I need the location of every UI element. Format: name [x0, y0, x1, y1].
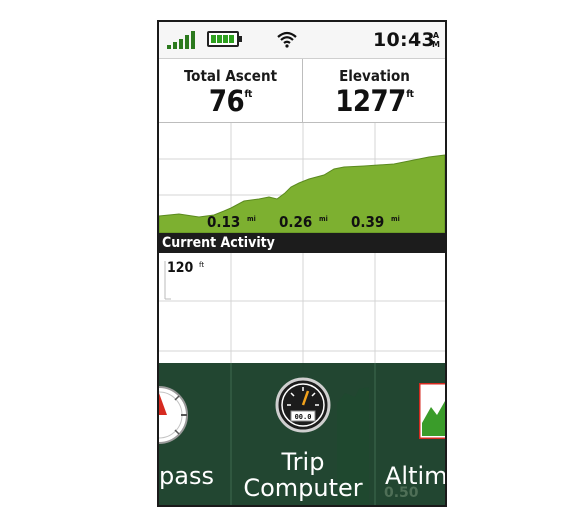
x-tick-1: 0.26 — [279, 213, 312, 231]
field-label: Elevation — [339, 67, 410, 85]
x-tick-0: 0.13 — [207, 213, 240, 231]
status-bar: 10:43 A M — [159, 22, 445, 59]
battery-icon — [207, 31, 242, 47]
x-tick-2: 0.39 — [351, 213, 384, 231]
clock-ampm: A M — [432, 31, 440, 49]
clock-time: 10:43 — [373, 29, 435, 51]
current-activity-header: Current Activity — [159, 233, 445, 253]
elevation-field[interactable]: Elevation 1277ft — [303, 59, 445, 122]
altimeter-icon — [419, 383, 445, 439]
y-scale-unit: ft — [199, 261, 204, 269]
field-label: Total Ascent — [183, 67, 278, 85]
trip-computer-app-item[interactable]: 00.0 Trip Computer — [231, 363, 375, 505]
current-activity-plot[interactable]: 120 ft — [159, 253, 445, 373]
x-tick-unit-0: mi — [247, 215, 256, 223]
y-scale-value: 120 — [167, 260, 194, 276]
field-value: 76ft — [208, 84, 253, 118]
total-ascent-field[interactable]: Total Ascent 76ft — [159, 59, 303, 122]
compass-app-item[interactable]: pass — [159, 363, 231, 505]
wifi-icon — [277, 31, 297, 48]
elevation-plot[interactable]: 0.13 mi 0.26 mi 0.39 mi — [159, 123, 445, 233]
app-dock: 0.50 pass 00.0 Trip Computer Altim — [159, 363, 445, 505]
data-fields: Total Ascent 76ft Elevation 1277ft — [159, 59, 445, 123]
compass-icon — [159, 386, 188, 444]
signal-icon — [167, 31, 195, 49]
trip-computer-icon: 00.0 — [275, 377, 331, 433]
altimeter-label: Altim — [385, 462, 447, 490]
field-unit: ft — [244, 89, 253, 100]
device-screen: 10:43 A M Total Ascent 76ft Elevation 12… — [157, 20, 447, 507]
trip-computer-label: Trip Computer — [243, 448, 363, 502]
trip-odometer-text: 00.0 — [295, 413, 312, 421]
x-tick-unit-1: mi — [319, 215, 328, 223]
altimeter-app-item[interactable]: Altim — [375, 363, 445, 505]
x-tick-unit-2: mi — [391, 215, 400, 223]
field-value: 1277ft — [335, 84, 414, 118]
compass-label: pass — [159, 462, 214, 490]
field-unit: ft — [406, 89, 414, 100]
